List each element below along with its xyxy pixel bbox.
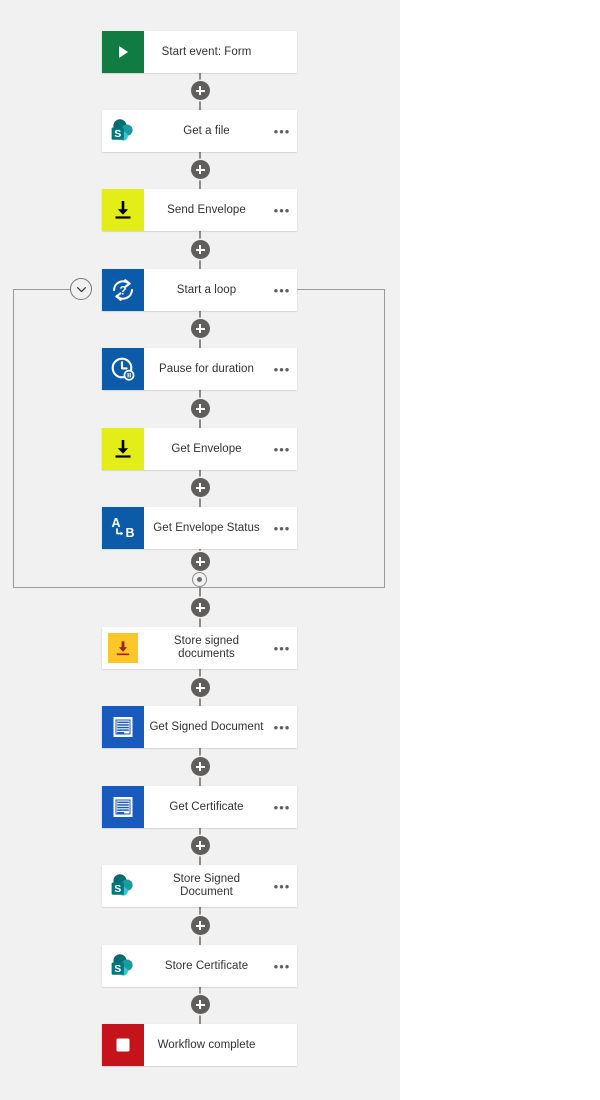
- sharepoint-icon: S: [102, 865, 144, 907]
- node-label: Get a file: [183, 124, 230, 137]
- document-lines-icon: [102, 706, 144, 748]
- node-label: Get Certificate: [169, 800, 244, 813]
- node-label: Get Envelope: [171, 442, 242, 455]
- workflow-node-get-certificate[interactable]: Get Certificate •••: [102, 786, 297, 828]
- node-menu-button[interactable]: •••: [271, 945, 297, 987]
- svg-text:A: A: [111, 516, 120, 530]
- node-label: Store signed documents: [173, 635, 240, 660]
- node-menu-button[interactable]: •••: [271, 428, 297, 470]
- add-step-button[interactable]: [190, 598, 210, 617]
- add-step-button[interactable]: [190, 160, 210, 179]
- node-label: Get Signed Document: [149, 720, 264, 733]
- loop-boundary-top-right: [297, 289, 385, 290]
- node-menu-button[interactable]: •••: [271, 786, 297, 828]
- workflow-node-get-envelope-status[interactable]: A B Get Envelope Status •••: [102, 507, 297, 549]
- node-menu-button[interactable]: •••: [271, 627, 297, 669]
- workflow-node-get-a-file[interactable]: S Get a file •••: [102, 110, 297, 152]
- workflow-node-start-a-loop[interactable]: ? Start a loop •••: [102, 269, 297, 311]
- add-step-button[interactable]: [190, 757, 210, 776]
- workflow-node-store-signed-document[interactable]: S Store Signed Document •••: [102, 865, 297, 907]
- node-label: Pause for duration: [159, 362, 254, 375]
- add-step-button[interactable]: [190, 478, 210, 497]
- play-triangle-icon: [102, 31, 144, 73]
- node-menu-button[interactable]: •••: [271, 507, 297, 549]
- add-step-button[interactable]: [190, 916, 210, 935]
- workflow-node-get-signed-document[interactable]: Get Signed Document •••: [102, 706, 297, 748]
- node-label: Store Certificate: [164, 959, 249, 972]
- workflow-node-pause-for-duration[interactable]: Pause for duration •••: [102, 348, 297, 390]
- add-step-button[interactable]: [190, 240, 210, 259]
- node-label: Get Envelope Status: [153, 521, 260, 534]
- download-arrow-icon: [102, 428, 144, 470]
- svg-text:B: B: [125, 526, 134, 540]
- a-to-b-icon: A B: [102, 507, 144, 549]
- workflow-canvas[interactable]: Start event: Form ••• S Get a file ••• S…: [0, 0, 400, 1100]
- document-lines-icon: [102, 786, 144, 828]
- sharepoint-icon: S: [102, 110, 144, 152]
- workflow-node-store-certificate[interactable]: S Store Certificate •••: [102, 945, 297, 987]
- node-menu-button[interactable]: •••: [271, 706, 297, 748]
- add-step-button[interactable]: [190, 995, 210, 1014]
- workflow-node-workflow-complete[interactable]: Workflow complete •••: [102, 1024, 297, 1066]
- loop-collapse-toggle[interactable]: [70, 278, 92, 300]
- add-step-button[interactable]: [190, 319, 210, 338]
- svg-text:S: S: [114, 128, 121, 140]
- node-label: Store Signed Document: [172, 873, 241, 898]
- sharepoint-icon: S: [102, 945, 144, 987]
- svg-text:S: S: [114, 963, 121, 975]
- store-download-icon: [102, 627, 144, 669]
- add-step-button[interactable]: [190, 836, 210, 855]
- chevron-down-icon: [76, 286, 86, 292]
- node-label: Start event: Form: [161, 45, 252, 58]
- clock-pause-icon: [102, 348, 144, 390]
- add-step-button[interactable]: [190, 81, 210, 100]
- loop-refresh-question-icon: ?: [102, 269, 144, 311]
- workflow-node-send-envelope[interactable]: Send Envelope •••: [102, 189, 297, 231]
- node-menu-button[interactable]: •••: [271, 189, 297, 231]
- add-step-button[interactable]: [190, 399, 210, 418]
- loop-end-marker: [192, 572, 207, 587]
- workflow-node-store-signed-documents[interactable]: Store signed documents •••: [102, 627, 297, 669]
- add-step-button[interactable]: [190, 552, 210, 571]
- svg-text:?: ?: [119, 285, 126, 297]
- loop-boundary-top-left: [13, 289, 71, 290]
- node-menu-button[interactable]: •••: [271, 865, 297, 907]
- workflow-node-start-event-form[interactable]: Start event: Form •••: [102, 31, 297, 73]
- node-menu-button[interactable]: •••: [271, 348, 297, 390]
- node-label: Send Envelope: [167, 203, 246, 216]
- node-label: Start a loop: [176, 283, 237, 296]
- node-menu-button[interactable]: •••: [271, 269, 297, 311]
- stop-square-icon: [102, 1024, 144, 1066]
- node-menu-button[interactable]: •••: [271, 110, 297, 152]
- workflow-node-get-envelope[interactable]: Get Envelope •••: [102, 428, 297, 470]
- svg-text:S: S: [114, 883, 121, 895]
- download-arrow-icon: [102, 189, 144, 231]
- node-label: Workflow complete: [157, 1038, 256, 1051]
- add-step-button[interactable]: [190, 678, 210, 697]
